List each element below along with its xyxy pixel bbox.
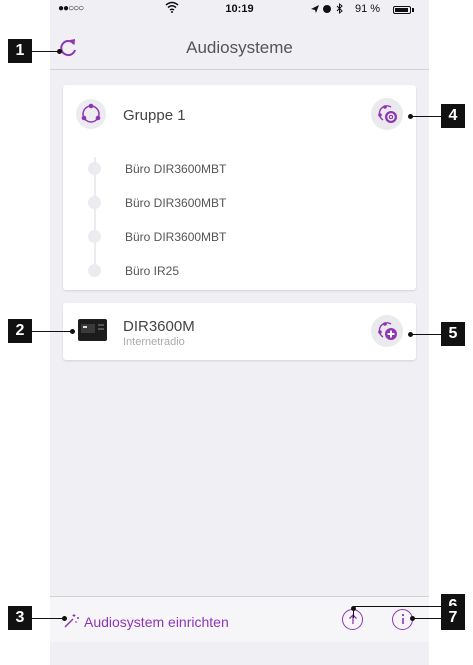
group-member[interactable]: Büro DIR3600MBT <box>63 185 416 219</box>
callout-5-leader <box>410 334 441 335</box>
group-settings-icon <box>378 105 397 123</box>
group-name: Gruppe 1 <box>123 107 186 124</box>
device-type: Internetradio <box>123 336 185 348</box>
battery-tip <box>412 8 414 12</box>
bottom-toolbar: Audiosystem einrichten <box>50 596 429 642</box>
callout-1-leader <box>32 51 59 52</box>
callout-4-dot <box>408 114 413 119</box>
radio-device-icon <box>78 319 107 341</box>
group-settings-button[interactable] <box>371 98 403 130</box>
callout-1-dot <box>57 49 62 54</box>
setup-audiosystem-link[interactable]: Audiosystem einrichten <box>62 613 229 630</box>
callout-3: 3 <box>8 606 32 630</box>
member-name: Büro DIR3600MBT <box>125 162 227 176</box>
callout-2-dot <box>70 329 75 334</box>
member-dot <box>88 196 101 209</box>
device-card[interactable]: DIR3600M Internetradio <box>63 303 416 360</box>
nav-bar: Audiosysteme <box>50 20 429 70</box>
location-icon <box>311 5 319 13</box>
app-screen: ●●○○○ 10:19 91 % Audiosysteme Gruppe 1 B… <box>50 0 429 665</box>
callout-6-leader <box>353 606 441 607</box>
add-to-group-icon <box>378 322 397 340</box>
battery-icon <box>393 6 411 14</box>
callout-5: 5 <box>441 322 465 346</box>
group-member[interactable]: Büro IR25 <box>63 253 416 287</box>
bluetooth-icon <box>336 2 343 15</box>
group-member[interactable]: Büro DIR3600MBT <box>63 219 416 253</box>
page-title: Audiosysteme <box>186 38 293 57</box>
callout-5-dot <box>408 332 413 337</box>
status-bar: ●●○○○ 10:19 91 % <box>50 0 429 20</box>
callout-3-leader <box>32 618 64 619</box>
callout-4-leader <box>410 116 441 117</box>
add-to-group-button[interactable] <box>371 315 403 347</box>
member-dot <box>88 230 101 243</box>
member-dot <box>88 264 101 277</box>
info-icon <box>401 613 404 624</box>
status-icons <box>310 2 350 18</box>
callout-6-dot <box>351 606 356 611</box>
device-name: DIR3600M <box>123 318 195 335</box>
group-card[interactable]: Gruppe 1 Büro DIR3600MBT Büro DIR3600MBT… <box>63 85 416 290</box>
member-name: Büro IR25 <box>125 264 180 278</box>
callout-7-leader <box>412 618 441 619</box>
alarm-icon <box>323 5 331 13</box>
member-dot <box>88 162 101 175</box>
callout-4: 4 <box>441 104 465 128</box>
callout-1: 1 <box>8 39 32 63</box>
callout-3-dot <box>62 616 67 621</box>
member-name: Büro DIR3600MBT <box>125 196 227 210</box>
callout-7-dot <box>410 616 415 621</box>
battery-percent: 91 % <box>355 3 381 15</box>
group-icon <box>76 99 106 129</box>
callout-2-leader <box>32 331 72 332</box>
callout-7: 7 <box>441 606 465 630</box>
setup-label: Audiosystem einrichten <box>84 614 229 630</box>
member-name: Büro DIR3600MBT <box>125 230 227 244</box>
callout-2: 2 <box>8 319 32 343</box>
group-member[interactable]: Büro DIR3600MBT <box>63 151 416 185</box>
